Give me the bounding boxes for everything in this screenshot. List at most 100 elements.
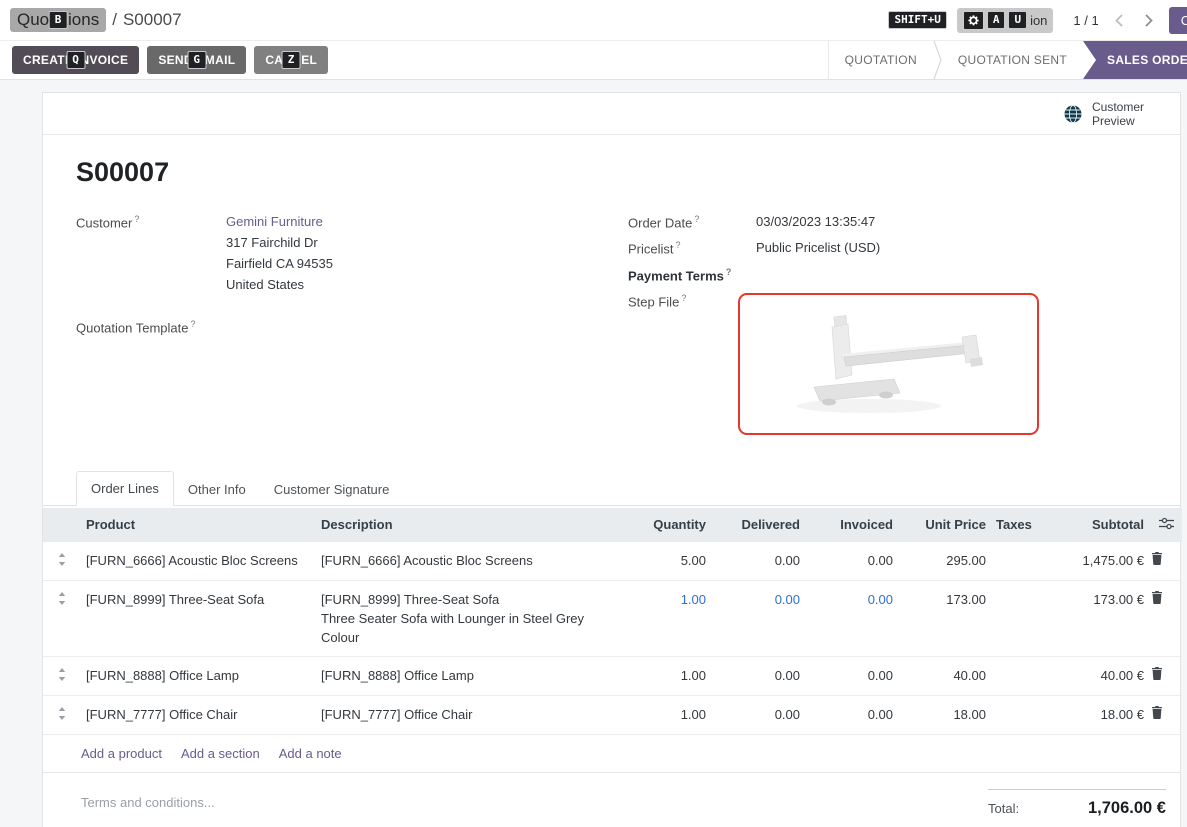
description-cell[interactable]: [FURN_8888] Office Lamp [316, 656, 621, 695]
quantity-cell[interactable]: 1.00 [621, 656, 711, 695]
drag-handle-icon [58, 592, 66, 605]
table-footer-links: Add a product Add a section Add a note [43, 735, 1180, 773]
drag-handle[interactable] [43, 695, 81, 734]
unit-price-cell[interactable]: 295.00 [898, 542, 991, 581]
action-menu-label: ion [1030, 13, 1047, 28]
add-note-link[interactable]: Add a note [279, 746, 342, 761]
pager-previous-button[interactable] [1109, 10, 1129, 31]
add-product-link[interactable]: Add a product [81, 746, 162, 761]
product-cell[interactable]: [FURN_6666] Acoustic Bloc Screens [81, 542, 316, 581]
cancel-button[interactable]: CANCEL Z [254, 46, 328, 74]
optional-columns-button[interactable] [1149, 508, 1182, 542]
tab-other-info[interactable]: Other Info [174, 473, 260, 506]
description-cell[interactable]: [FURN_7777] Office Chair [316, 695, 621, 734]
breadcrumb-record-label: S00007 [123, 10, 182, 30]
status-step-sales-order[interactable]: SALES ORDER [1083, 41, 1187, 79]
breadcrumb-quotations-link[interactable]: Quotations B [10, 8, 106, 32]
drag-handle[interactable] [43, 580, 81, 656]
unit-price-cell[interactable]: 18.00 [898, 695, 991, 734]
col-header-description[interactable]: Description [316, 508, 621, 542]
create-invoice-button[interactable]: CREATE INVOICE Q [12, 46, 139, 74]
invoiced-cell[interactable]: 0.00 [805, 656, 898, 695]
keyboard-hint-badge: B [49, 11, 68, 29]
totals-box: Total: 1,706.00 € [988, 789, 1166, 818]
step-file-field-label: Step File? [628, 293, 756, 435]
quantity-forecast-link[interactable]: 1.00 [621, 580, 711, 656]
delete-line-button[interactable] [1149, 695, 1182, 734]
description-cell[interactable]: [FURN_8999] Three-Seat Sofa Three Seater… [316, 580, 621, 656]
col-header-product[interactable]: Product [81, 508, 316, 542]
delivered-cell[interactable]: 0.00 [711, 695, 805, 734]
tab-customer-signature[interactable]: Customer Signature [260, 473, 404, 506]
terms-and-conditions-placeholder[interactable]: Terms and conditions... [81, 789, 215, 818]
delivered-cell[interactable]: 0.00 [711, 656, 805, 695]
keyboard-hint-badge: A [987, 11, 1006, 29]
subtotal-cell: 173.00 € [1039, 580, 1149, 656]
keyboard-hint-badge: Q [66, 51, 85, 69]
customer-address: 317 Fairchild Dr Fairfield CA 94535 Unit… [226, 232, 333, 295]
description-cell[interactable]: [FURN_6666] Acoustic Bloc Screens [316, 542, 621, 581]
col-header-invoiced[interactable]: Invoiced [805, 508, 898, 542]
field-pricelist: Pricelist? Public Pricelist (USD) [628, 240, 1147, 256]
drag-handle[interactable] [43, 656, 81, 695]
drag-handle-icon [58, 668, 66, 681]
invoiced-cell[interactable]: 0.00 [805, 542, 898, 581]
quantity-cell[interactable]: 1.00 [621, 695, 711, 734]
unit-price-cell[interactable]: 173.00 [898, 580, 991, 656]
delivered-cell[interactable]: 0.00 [711, 542, 805, 581]
step-file-image[interactable] [738, 293, 1039, 435]
order-date-value[interactable]: 03/03/2023 13:35:47 [756, 214, 875, 230]
keyboard-hint-badge: G [187, 51, 206, 69]
col-header-unit-price[interactable]: Unit Price [898, 508, 991, 542]
col-header-subtotal[interactable]: Subtotal [1039, 508, 1149, 542]
taxes-cell[interactable] [991, 580, 1039, 656]
field-step-file: Step File? [628, 293, 1147, 435]
product-cell[interactable]: [FURN_8999] Three-Seat Sofa [81, 580, 316, 656]
table-row[interactable]: [FURN_6666] Acoustic Bloc Screens [FURN_… [43, 542, 1182, 581]
partial-right-edge-button[interactable]: Cl [1169, 7, 1187, 34]
breadcrumb: Quotations B / S00007 [10, 8, 182, 32]
pager-next-button[interactable] [1139, 10, 1159, 31]
help-marker: ? [726, 267, 732, 277]
send-email-button[interactable]: SEND EMAIL G [147, 46, 246, 74]
action-menu-button[interactable]: A U ion [957, 8, 1054, 33]
status-step-quotation[interactable]: QUOTATION [829, 41, 933, 79]
payment-terms-field-label: Payment Terms? [628, 267, 756, 283]
status-step-quotation-sent[interactable]: QUOTATION SENT [942, 41, 1083, 79]
invoiced-link[interactable]: 0.00 [805, 580, 898, 656]
delivered-link[interactable]: 0.00 [711, 580, 805, 656]
add-section-link[interactable]: Add a section [181, 746, 260, 761]
step-file-3d-render [774, 309, 1004, 419]
table-header-row: Product Description Quantity Delivered I… [43, 508, 1182, 542]
col-header-delivered[interactable]: Delivered [711, 508, 805, 542]
sliders-icon [1159, 517, 1174, 530]
delete-line-button[interactable] [1149, 542, 1182, 581]
gear-icon [963, 11, 984, 30]
tab-order-lines[interactable]: Order Lines [76, 471, 174, 506]
invoiced-cell[interactable]: 0.00 [805, 695, 898, 734]
field-quotation-template: Quotation Template? [76, 319, 628, 335]
col-header-quantity[interactable]: Quantity [621, 508, 711, 542]
form-sheet: Customer Preview S00007 Customer? Gemini… [42, 92, 1181, 827]
notebook-tabs: Order Lines Other Info Customer Signatur… [43, 471, 1180, 506]
delete-line-button[interactable] [1149, 580, 1182, 656]
pricelist-value[interactable]: Public Pricelist (USD) [756, 240, 880, 256]
taxes-cell[interactable] [991, 656, 1039, 695]
table-row[interactable]: [FURN_8999] Three-Seat Sofa [FURN_8999] … [43, 580, 1182, 656]
table-row[interactable]: [FURN_7777] Office Chair [FURN_7777] Off… [43, 695, 1182, 734]
customer-preview-button[interactable]: Customer Preview [1092, 100, 1144, 128]
product-cell[interactable]: [FURN_8888] Office Lamp [81, 656, 316, 695]
table-row[interactable]: [FURN_8888] Office Lamp [FURN_8888] Offi… [43, 656, 1182, 695]
quantity-cell[interactable]: 5.00 [621, 542, 711, 581]
top-bar: Quotations B / S00007 SHIFT+U A U ion 1 … [0, 0, 1187, 40]
taxes-cell[interactable] [991, 542, 1039, 581]
help-marker: ? [676, 240, 681, 250]
product-cell[interactable]: [FURN_7777] Office Chair [81, 695, 316, 734]
col-header-taxes[interactable]: Taxes [991, 508, 1039, 542]
drag-handle[interactable] [43, 542, 81, 581]
unit-price-cell[interactable]: 40.00 [898, 656, 991, 695]
taxes-cell[interactable] [991, 695, 1039, 734]
customer-link[interactable]: Gemini Furniture [226, 214, 323, 229]
drag-handle-icon [58, 553, 66, 566]
delete-line-button[interactable] [1149, 656, 1182, 695]
